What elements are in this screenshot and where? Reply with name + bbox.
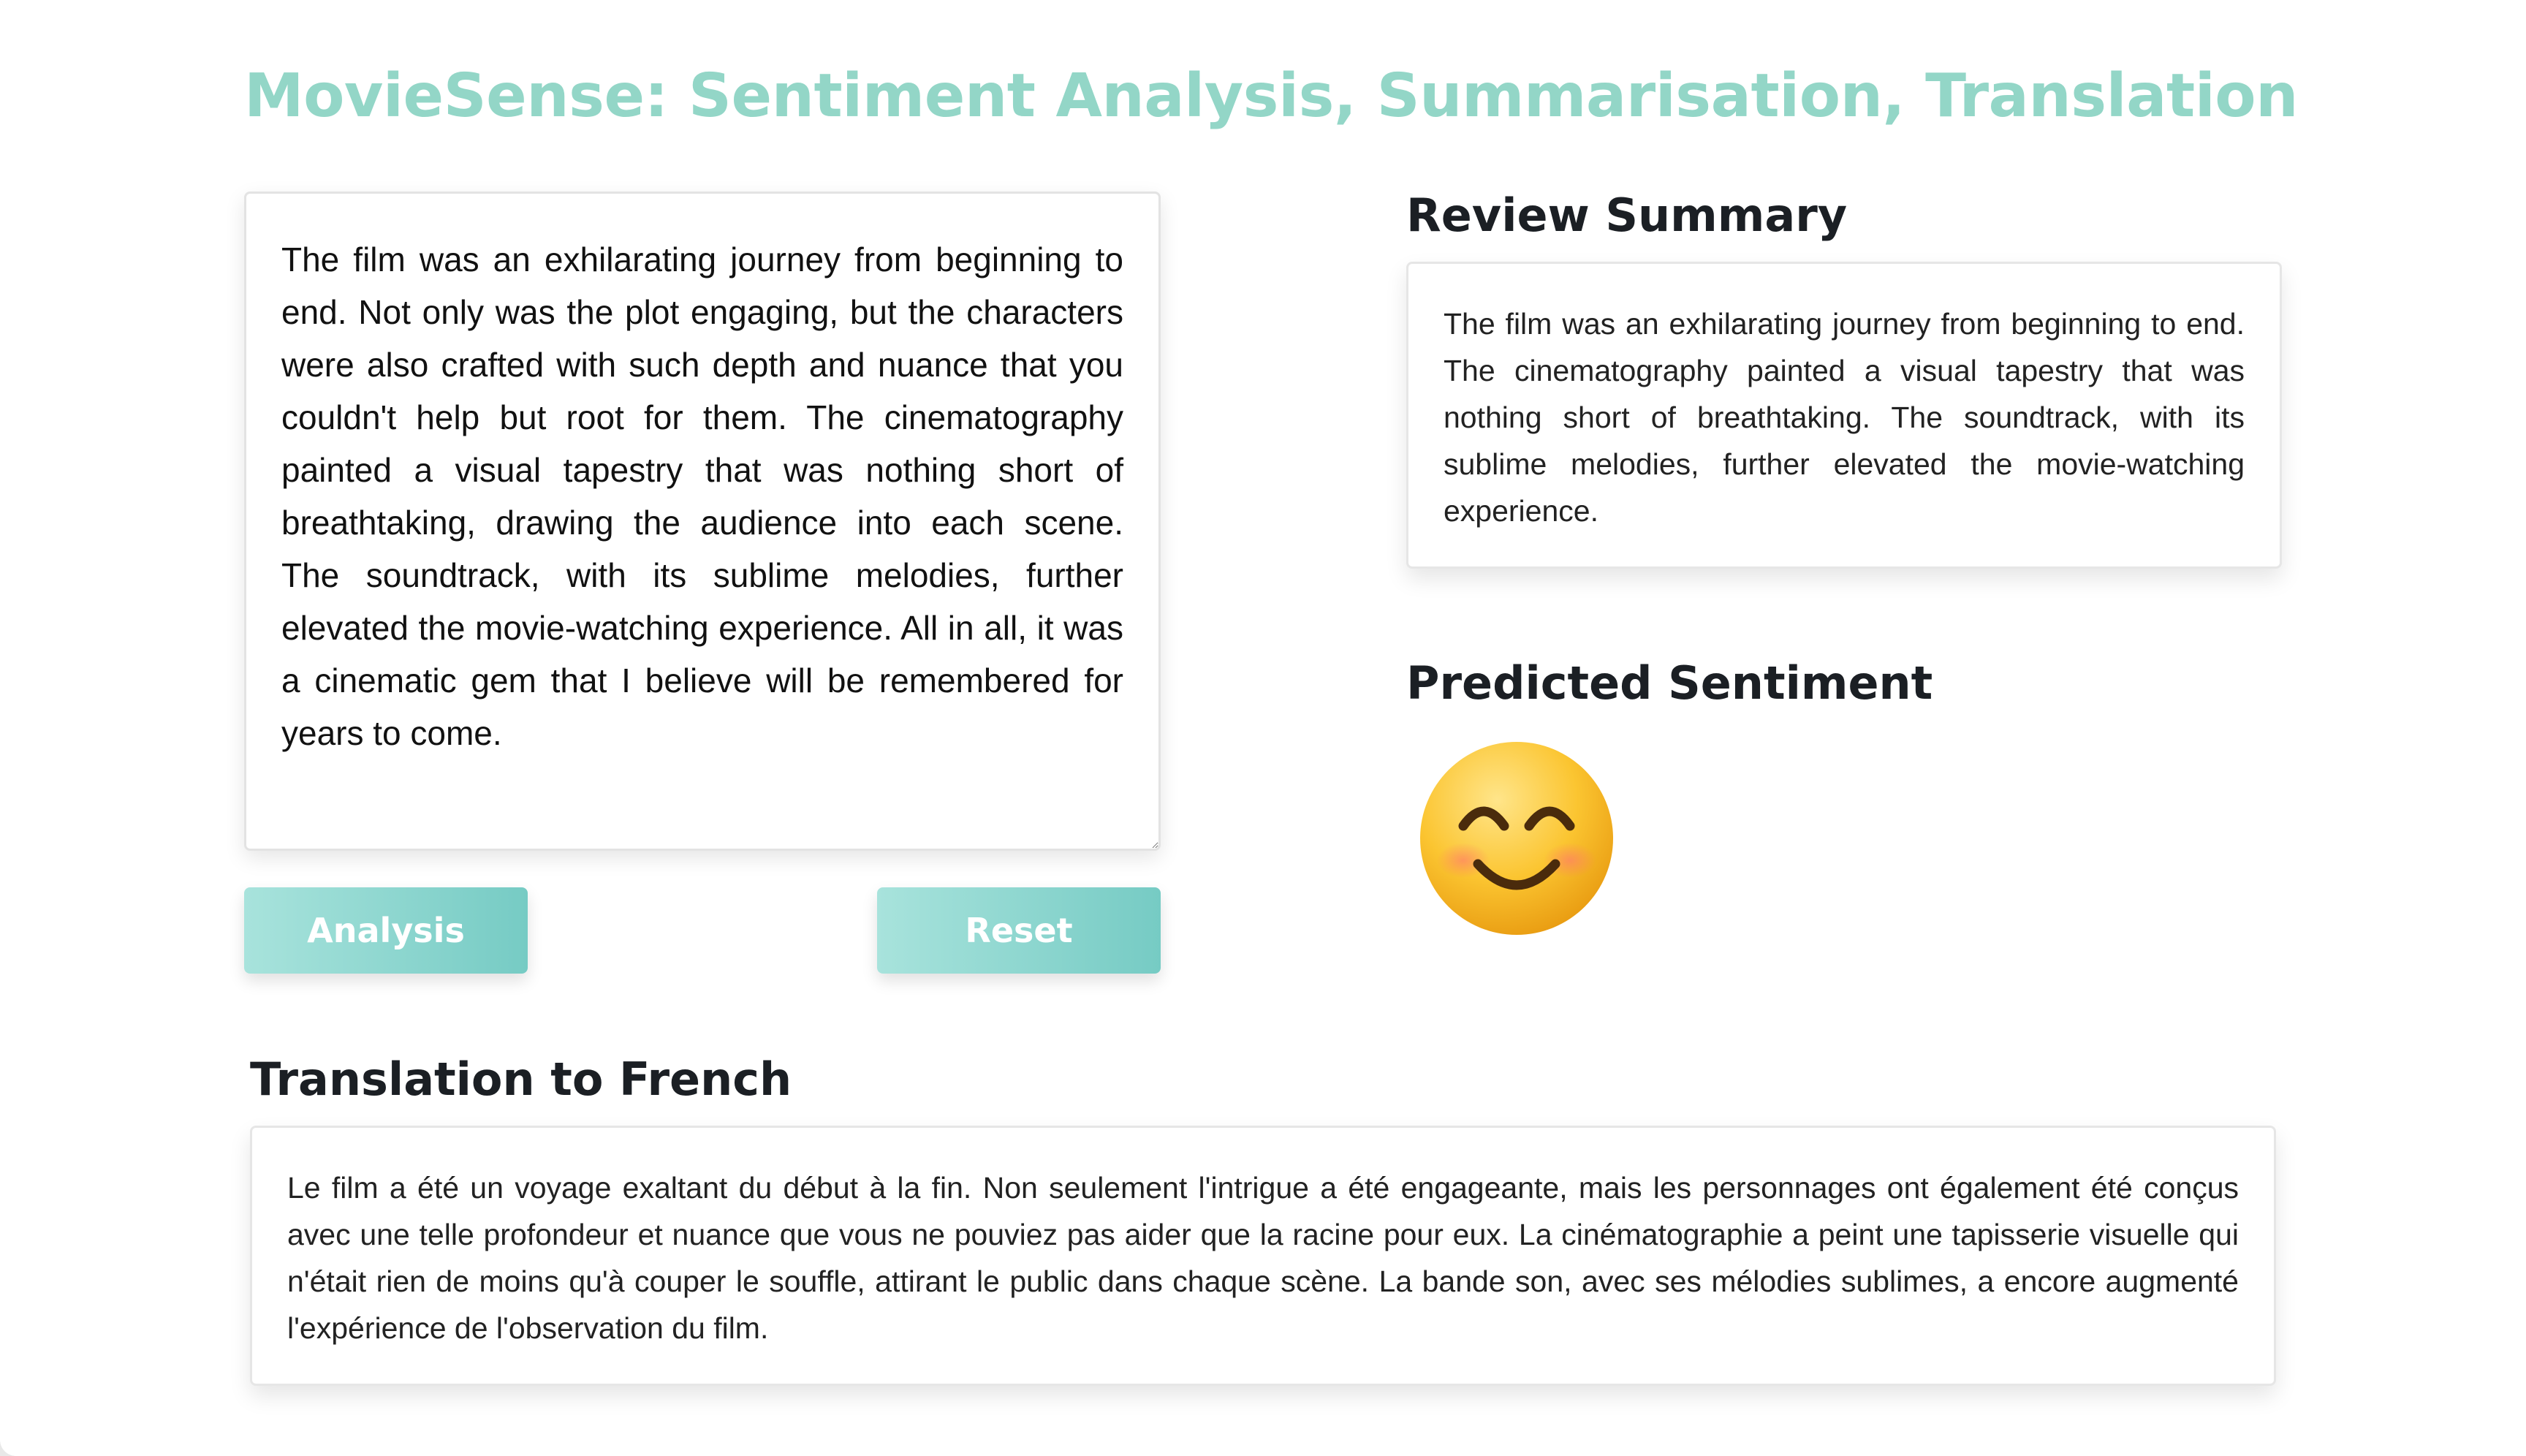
page-title: MovieSense: Sentiment Analysis, Summaris…: [244, 61, 2299, 131]
translation-heading: Translation to French: [250, 1053, 792, 1106]
summary-heading: Review Summary: [1406, 189, 1848, 242]
app-page: MovieSense: Sentiment Analysis, Summaris…: [0, 0, 2526, 1456]
review-input[interactable]: The film was an exhilarating journey fro…: [244, 192, 1161, 851]
sentiment-heading: Predicted Sentiment: [1406, 656, 1933, 710]
summary-output: The film was an exhilarating journey fro…: [1406, 262, 2282, 569]
reset-button[interactable]: Reset: [877, 887, 1161, 974]
smiling-face-icon: [1418, 740, 1615, 937]
window-corner: [0, 1440, 16, 1456]
analysis-button[interactable]: Analysis: [244, 887, 528, 974]
translation-output: Le film a été un voyage exaltant du débu…: [250, 1126, 2276, 1386]
